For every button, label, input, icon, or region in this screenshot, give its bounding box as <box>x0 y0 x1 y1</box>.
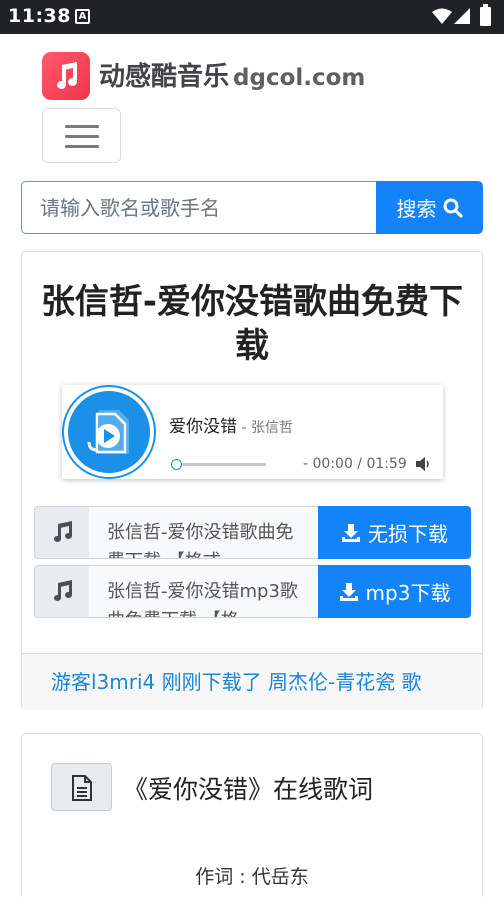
battery-icon <box>480 4 491 26</box>
document-icon <box>72 775 92 801</box>
mp3-download-button[interactable]: mp3下载 <box>318 565 471 618</box>
status-bar: 11:38 A <box>0 0 504 34</box>
volume-icon[interactable] <box>415 456 431 472</box>
song-title: 张信哲-爱你没错歌曲免费下载 <box>40 282 464 366</box>
hamburger-line <box>65 145 99 148</box>
menu-toggle-button[interactable] <box>42 108 121 163</box>
music-note-icon <box>57 62 77 89</box>
download-description-text: 张信哲-爱你没错mp3歌曲免费下载 【格 <box>107 581 298 617</box>
player-track-artist: - 张信哲 <box>237 420 293 436</box>
download-icon <box>339 582 358 601</box>
search-icon <box>443 198 463 218</box>
download-description: 张信哲-爱你没错mp3歌曲免费下载 【格 <box>89 565 319 618</box>
site-name: 动感酷音乐 <box>99 62 230 92</box>
audio-player: 爱你没错 - 张信哲 - 00:00 / 01:59 <box>62 385 443 479</box>
progress-knob[interactable] <box>171 459 182 470</box>
download-description-text: 张信哲-爱你没错歌曲免费下载 【格式 <box>107 522 294 558</box>
lossless-download-label: 无损下载 <box>368 522 448 546</box>
music-icon <box>54 521 72 542</box>
recent-download-ticker: 游客l3mri4 刚刚下载了 周杰伦-青花瓷 歌 <box>22 653 482 710</box>
notification-a-icon: A <box>75 9 90 24</box>
play-button[interactable] <box>64 387 154 477</box>
lyrics-card: 《爱你没错》在线歌词 作词 : 代岳东 <box>21 733 483 897</box>
site-title[interactable]: 动感酷音乐 dgcol.com <box>99 56 365 93</box>
progress-bar[interactable] <box>172 463 266 466</box>
music-icon <box>54 580 72 601</box>
music-icon-box <box>34 565 90 618</box>
song-card: 张信哲-爱你没错歌曲免费下载 爱你没错 - 张信哲 - 00:00 / 01:5… <box>21 251 483 710</box>
site-domain: dgcol.com <box>233 65 366 91</box>
search-button-label: 搜索 <box>396 197 437 221</box>
status-time: 11:38 <box>8 5 71 27</box>
download-row-lossless: 张信哲-爱你没错歌曲免费下载 【格式 无损下载 <box>34 506 471 559</box>
search-input[interactable] <box>21 181 377 234</box>
lyrics-title: 《爱你没错》在线歌词 <box>123 775 374 804</box>
music-icon-box <box>34 506 90 559</box>
download-icon <box>342 523 360 542</box>
search-button[interactable]: 搜索 <box>376 181 483 234</box>
lyricist-line: 作词 : 代岳东 <box>195 866 309 888</box>
site-logo[interactable] <box>42 52 90 100</box>
lyrics-icon-box <box>51 763 112 811</box>
download-row-mp3: 张信哲-爱你没错mp3歌曲免费下载 【格 mp3下载 <box>34 565 471 618</box>
hamburger-line <box>65 135 99 138</box>
lossless-download-button[interactable]: 无损下载 <box>318 506 471 559</box>
mp3-download-label: mp3下载 <box>365 581 451 605</box>
player-time: - 00:00 / 01:59 <box>303 456 407 472</box>
download-description: 张信哲-爱你没错歌曲免费下载 【格式 <box>89 506 319 559</box>
player-track-info: 爱你没错 - 张信哲 <box>169 412 293 437</box>
hamburger-line <box>65 125 99 128</box>
recent-download-link[interactable]: 游客l3mri4 刚刚下载了 周杰伦-青花瓷 歌 <box>22 654 482 710</box>
wifi-icon <box>432 8 452 24</box>
music-file-play-icon <box>87 410 129 454</box>
signal-icon <box>454 8 470 24</box>
player-track-title: 爱你没错 <box>169 417 237 437</box>
